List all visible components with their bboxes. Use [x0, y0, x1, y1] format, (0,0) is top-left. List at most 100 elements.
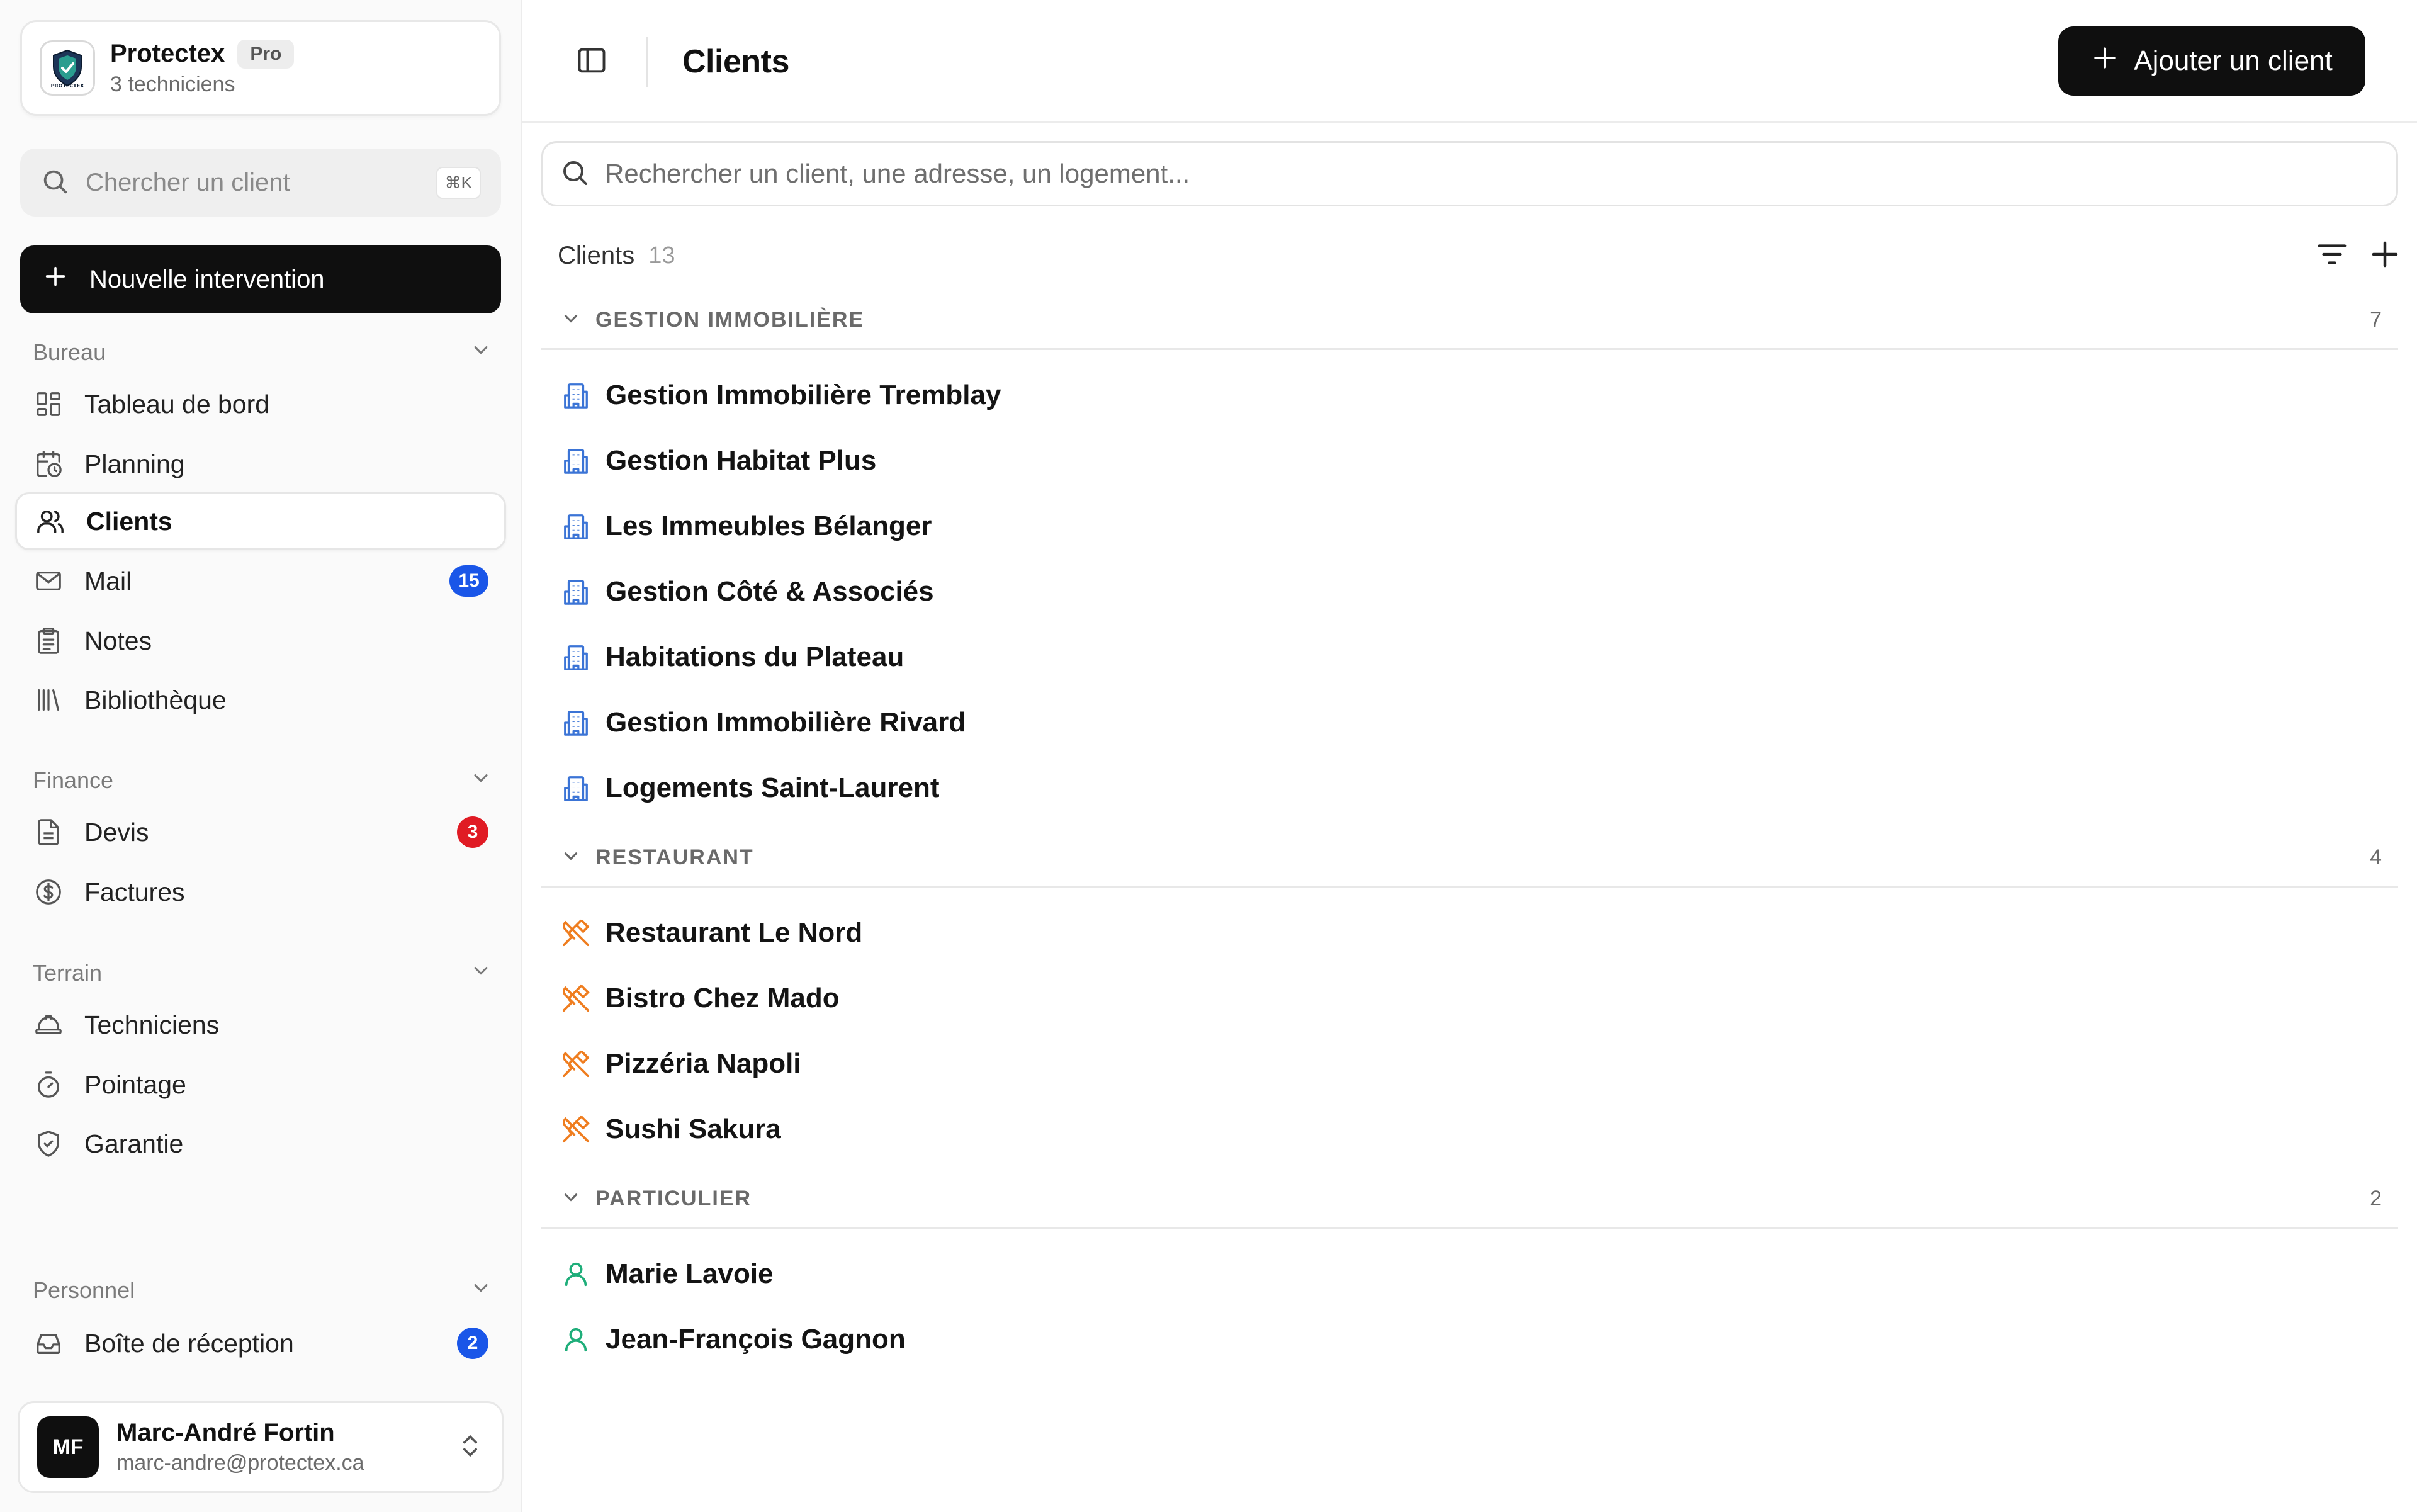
building-icon	[560, 576, 592, 607]
sidebar-item-warranty[interactable]: Garantie	[15, 1115, 506, 1173]
group-count: 2	[2370, 1187, 2382, 1210]
filter-icon[interactable]	[2315, 237, 2349, 274]
sidebar-search-placeholder: Chercher un client	[86, 168, 290, 196]
client-row[interactable]: Bistro Chez Mado	[541, 967, 2398, 1030]
chevron-down-icon	[560, 1187, 582, 1211]
stopwatch-icon	[33, 1069, 64, 1100]
client-name: Logements Saint-Laurent	[606, 772, 940, 803]
client-row[interactable]: Gestion Côté & Associés	[541, 560, 2398, 623]
client-name: Gestion Immobilière Rivard	[606, 707, 966, 738]
mail-icon	[33, 565, 64, 597]
list-count: 13	[648, 242, 675, 269]
svg-text:PROTECTEX: PROTECTEX	[51, 83, 85, 88]
sidebar-item-label: Mail	[84, 566, 132, 595]
plus-icon	[43, 264, 68, 295]
client-name: Gestion Immobilière Tremblay	[606, 380, 1001, 410]
sidebar-item-timesheet[interactable]: Pointage	[15, 1056, 506, 1114]
client-row[interactable]: Jean-François Gagnon	[541, 1308, 2398, 1371]
add-icon[interactable]	[2368, 237, 2402, 274]
section-terrain[interactable]: Terrain	[33, 954, 492, 992]
shortcut-hint: ⌘K	[436, 166, 481, 199]
section-bureau[interactable]: Bureau	[33, 334, 492, 371]
page-title: Clients	[682, 43, 789, 80]
sidebar-item-clients[interactable]: Clients	[15, 492, 506, 550]
sidebar-item-label: Tableau de bord	[84, 389, 270, 419]
client-row[interactable]: Gestion Immobilière Tremblay	[541, 364, 2398, 427]
section-personnel-label: Personnel	[33, 1277, 135, 1303]
building-icon	[560, 445, 592, 477]
client-search-input[interactable]: Rechercher un client, une adresse, un lo…	[541, 141, 2398, 206]
client-name: Restaurant Le Nord	[606, 917, 863, 948]
file-text-icon	[33, 816, 64, 848]
client-row[interactable]: Gestion Habitat Plus	[541, 429, 2398, 492]
group-count: 7	[2370, 308, 2382, 332]
chevron-down-icon	[470, 959, 492, 988]
group-header[interactable]: RESTAURANT 4	[541, 830, 2398, 888]
sidebar-item-inbox[interactable]: Boîte de réception 2	[15, 1314, 506, 1372]
sidebar-item-label: Garantie	[84, 1129, 184, 1158]
sidebar-item-label: Devis	[84, 817, 149, 847]
clipboard-icon	[33, 625, 64, 657]
client-row[interactable]: Gestion Immobilière Rivard	[541, 691, 2398, 754]
client-row[interactable]: Marie Lavoie	[541, 1243, 2398, 1306]
building-icon	[560, 380, 592, 411]
user-icon	[560, 1324, 592, 1355]
inbox-count-badge: 2	[457, 1328, 488, 1359]
sidebar-item-dashboard[interactable]: Tableau de bord	[15, 375, 506, 433]
group-header[interactable]: PARTICULIER 2	[541, 1171, 2398, 1229]
sidebar-search[interactable]: Chercher un client ⌘K	[20, 149, 501, 217]
client-row[interactable]: Habitations du Plateau	[541, 626, 2398, 689]
client-row[interactable]: Sushi Sakura	[541, 1098, 2398, 1161]
chevron-down-icon	[470, 767, 492, 795]
client-name: Pizzéria Napoli	[606, 1048, 801, 1079]
panel-left-icon	[575, 44, 608, 80]
utensils-crossed-icon	[560, 1114, 592, 1145]
avatar: MF	[37, 1416, 99, 1478]
utensils-crossed-icon	[560, 1048, 592, 1080]
inbox-icon	[33, 1328, 64, 1359]
sidebar-item-library[interactable]: Bibliothèque	[15, 671, 506, 729]
user-name: Marc-André Fortin	[116, 1419, 335, 1447]
org-name: Protectex	[110, 40, 225, 67]
section-finance[interactable]: Finance	[33, 762, 492, 799]
shield-check-icon	[33, 1128, 64, 1159]
sidebar-item-label: Notes	[84, 626, 152, 655]
sidebar-item-invoices[interactable]: Factures	[15, 863, 506, 921]
users-icon	[35, 505, 66, 537]
client-row[interactable]: Les Immeubles Bélanger	[541, 495, 2398, 558]
building-icon	[560, 511, 592, 542]
divider	[646, 37, 648, 87]
sidebar-item-label: Clients	[86, 506, 172, 536]
search-icon	[560, 157, 590, 191]
building-icon	[560, 707, 592, 738]
dashboard-icon	[33, 388, 64, 420]
sidebar-item-quotes[interactable]: Devis 3	[15, 803, 506, 861]
client-row[interactable]: Restaurant Le Nord	[541, 901, 2398, 964]
group-name: GESTION IMMOBILIÈRE	[595, 308, 865, 332]
main-content: Clients Ajouter un client Rechercher un …	[522, 0, 2417, 1512]
plus-icon	[2091, 44, 2119, 79]
section-personnel[interactable]: Personnel	[33, 1272, 492, 1309]
mail-count-badge: 15	[449, 565, 488, 597]
sidebar-item-planning[interactable]: Planning	[15, 435, 506, 493]
list-title: Clients	[558, 241, 635, 269]
chevron-down-icon	[560, 308, 582, 332]
client-row[interactable]: Logements Saint-Laurent	[541, 757, 2398, 820]
dollar-circle-icon	[33, 876, 64, 908]
list-header: Clients 13	[558, 237, 2402, 274]
client-name: Bistro Chez Mado	[606, 983, 840, 1013]
group-header[interactable]: GESTION IMMOBILIÈRE 7	[541, 292, 2398, 350]
client-search-placeholder: Rechercher un client, une adresse, un lo…	[605, 159, 1190, 188]
sidebar-item-technicians[interactable]: Techniciens	[15, 996, 506, 1054]
sidebar-item-notes[interactable]: Notes	[15, 612, 506, 670]
org-switcher[interactable]: PROTECTEX Protectex Pro 3 techniciens	[20, 20, 501, 116]
client-row[interactable]: Pizzéria Napoli	[541, 1032, 2398, 1095]
sidebar-item-label: Bibliothèque	[84, 685, 227, 714]
user-menu[interactable]: MF Marc-André Fortin marc-andre@protecte…	[18, 1401, 504, 1493]
sidebar-item-label: Boîte de réception	[84, 1328, 294, 1358]
user-icon	[560, 1258, 592, 1290]
sidebar-toggle-button[interactable]	[573, 43, 611, 81]
sidebar-item-mail[interactable]: Mail 15	[15, 552, 506, 610]
add-client-button[interactable]: Ajouter un client	[2058, 26, 2365, 96]
new-intervention-button[interactable]: Nouvelle intervention	[20, 245, 501, 313]
